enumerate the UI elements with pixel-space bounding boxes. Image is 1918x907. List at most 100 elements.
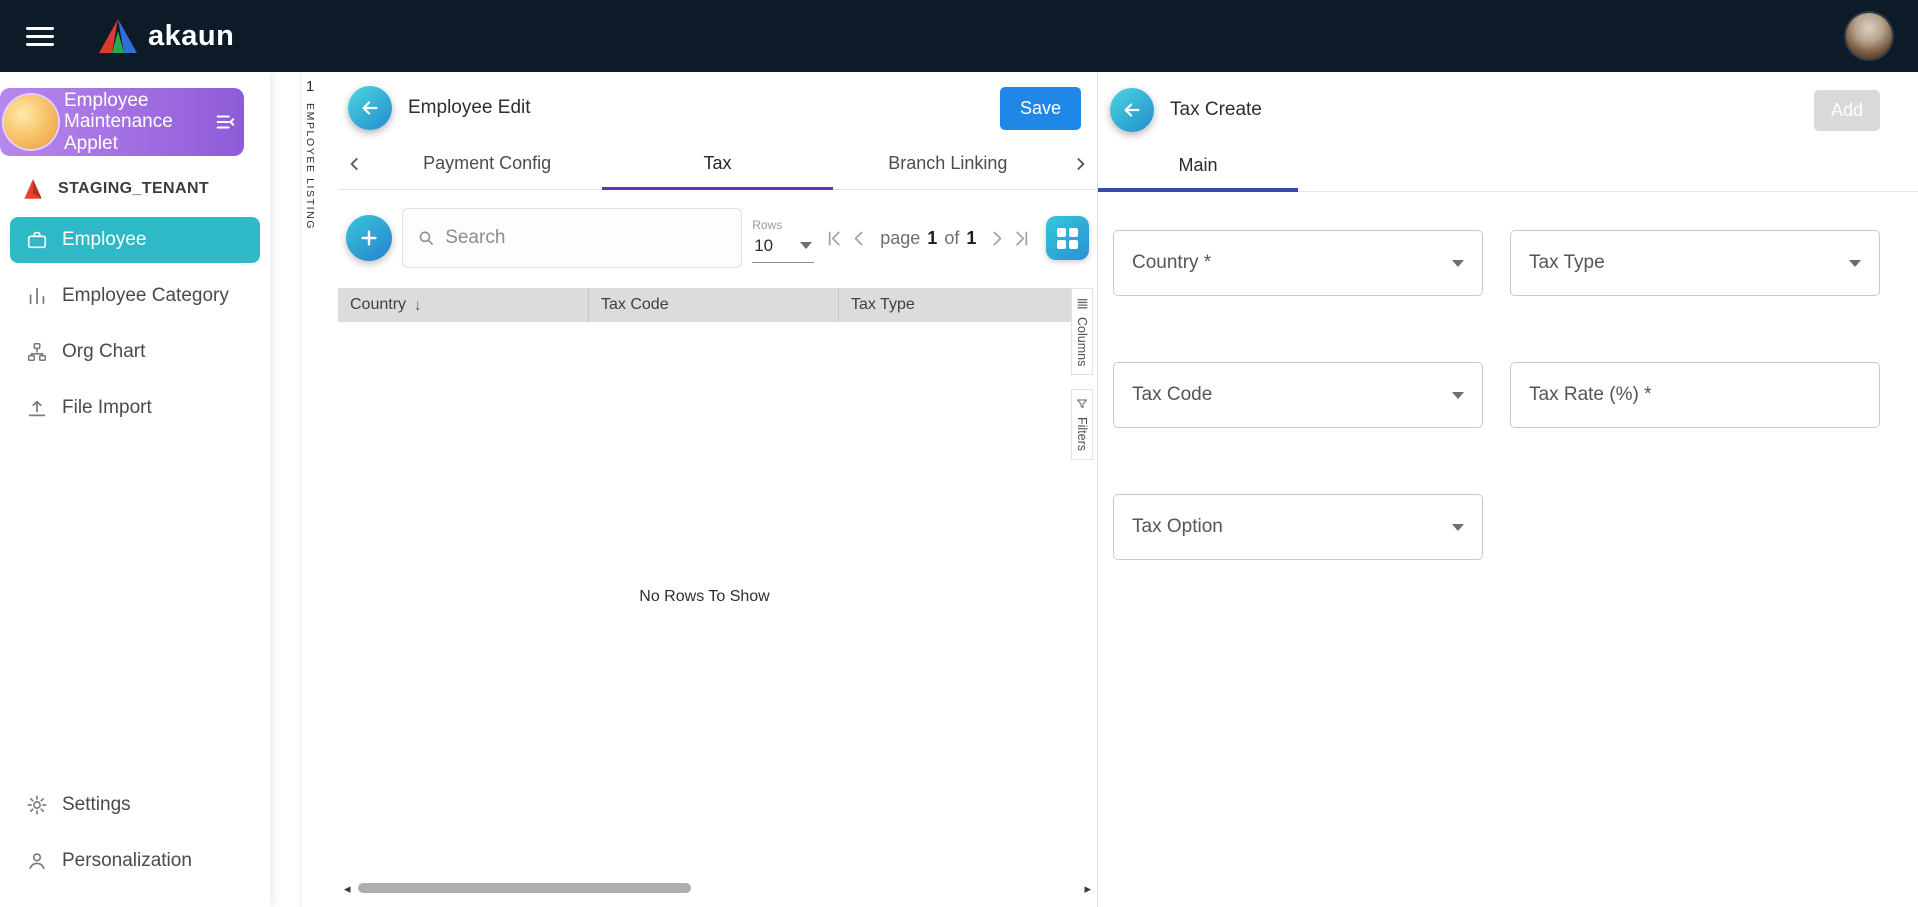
save-button[interactable]: Save [999,86,1081,130]
filter-icon [1077,399,1087,409]
back-button[interactable] [348,86,392,130]
applet-label: Employee Maintenance Applet [64,90,173,154]
rows-per-page-select[interactable]: Rows 10 [752,217,815,263]
scrollbar-track[interactable] [356,883,1080,893]
strip-divider [300,72,301,907]
tax-table: Country ↓ Tax Code Tax Type No Rows To S… [338,288,1071,871]
gear-icon [27,795,47,815]
scrollbar-thumb[interactable] [357,883,691,893]
chevron-down-icon [800,242,813,249]
nav-label: Personalization [62,850,192,871]
last-page-button[interactable] [1011,228,1032,249]
nav-label: Employee [62,229,147,250]
tax-create-panel: Tax Create Add Main Country * Tax Type T… [1098,72,1918,907]
column-header-tax-type[interactable]: Tax Type [838,288,1071,322]
tab-payment-config[interactable]: Payment Config [372,138,602,189]
applet-avatar-icon [4,95,58,149]
search-input[interactable] [445,227,728,249]
nav-label: Settings [62,794,131,815]
tax-option-select[interactable]: Tax Option [1113,494,1483,560]
user-avatar[interactable] [1846,13,1892,59]
upload-icon [28,400,46,417]
grid-view-button[interactable] [1046,216,1089,260]
back-button[interactable] [1110,88,1154,132]
chevron-down-icon [1452,391,1464,399]
first-page-button[interactable] [824,228,845,249]
sidebar-item-org-chart[interactable]: Org Chart [10,329,260,375]
tax-create-form: Country * Tax Type Tax Code Tax Rate (%)… [1113,230,1918,560]
pagination: page 1 of 1 [824,228,1032,249]
tax-type-select[interactable]: Tax Type [1510,230,1880,296]
tax-toolbar: Rows 10 page 1 of 1 [338,190,1097,274]
total-pages: 1 [966,227,977,248]
hamburger-menu-icon[interactable] [26,26,56,46]
brand-logo[interactable]: akaun [98,18,234,54]
tabs-scroll-right-icon[interactable] [1063,154,1097,174]
filters-panel-tab[interactable]: Filters [1071,389,1093,461]
tax-rate-input[interactable]: Tax Rate (%) * [1510,362,1880,428]
tab-tax[interactable]: Tax [602,138,833,190]
nav-label: File Import [62,397,152,418]
bar-chart-icon [29,287,45,305]
back-arrow-icon [362,101,378,115]
empty-rows-message: No Rows To Show [639,587,770,605]
chevron-down-icon [1452,259,1464,267]
scroll-left-icon[interactable]: ◂ [344,882,351,895]
listing-index: 1 [305,78,315,95]
sidebar-item-employee-category[interactable]: Employee Category [10,273,260,319]
employee-listing-strip: 1 EMPLOYEE LISTING [270,72,338,907]
listing-label[interactable]: EMPLOYEE LISTING [304,103,316,230]
sidebar: Employee Maintenance Applet STAGING_TENA… [0,72,270,907]
nav-label: Org Chart [62,341,146,362]
grid-icon [1057,227,1079,249]
sidebar-item-personalization[interactable]: Personalization [10,838,260,884]
tax-create-tabs: Main [1098,140,1918,192]
akaun-logo-icon [98,18,138,54]
tab-main[interactable]: Main [1098,140,1298,192]
sidebar-applet-header[interactable]: Employee Maintenance Applet [0,88,244,156]
employee-edit-tabs: Payment Config Tax Branch Linking [338,138,1097,190]
current-page: 1 [927,227,938,248]
tab-branch-linking[interactable]: Branch Linking [833,138,1063,189]
topbar: akaun [0,0,1918,72]
column-header-country[interactable]: Country ↓ [338,288,588,322]
column-header-tax-code[interactable]: Tax Code [588,288,838,322]
table-side-panel-tabs: Columns Filters [1071,288,1093,461]
sidebar-item-settings[interactable]: Settings [10,782,260,828]
chevron-down-icon [1849,259,1861,267]
back-arrow-icon [1124,103,1140,117]
tenant-label: STAGING_TENANT [58,180,210,197]
tax-table-area: Country ↓ Tax Code Tax Type No Rows To S… [338,288,1097,871]
scroll-right-icon[interactable]: ▸ [1084,882,1091,895]
page-title: Tax Create [1170,99,1262,120]
workspace: 1 EMPLOYEE LISTING Employee Edit Save Pa… [270,72,1918,907]
horizontal-scrollbar: ◂ ▸ [338,879,1097,897]
nav-label: Employee Category [62,285,229,306]
sidebar-item-file-import[interactable]: File Import [10,385,260,431]
page-indicator: page 1 of 1 [880,227,977,248]
add-button-disabled[interactable]: Add [1813,89,1880,131]
columns-panel-tab[interactable]: Columns [1071,288,1093,376]
plus-icon [361,230,377,246]
search-icon [419,231,433,245]
add-row-button[interactable] [346,215,392,261]
prev-page-button[interactable] [849,228,870,249]
brand-name: akaun [148,19,235,52]
sort-desc-icon[interactable]: ↓ [414,297,422,314]
sidebar-item-tenant[interactable]: STAGING_TENANT [0,156,270,212]
tabs-scroll-left-icon[interactable] [338,154,372,174]
tax-code-select[interactable]: Tax Code [1113,362,1483,428]
chevron-down-icon [1452,523,1464,531]
briefcase-icon [27,231,47,249]
menu-collapse-icon[interactable] [214,111,236,133]
tenant-icon [20,176,46,202]
tax-create-header: Tax Create Add [1098,72,1918,140]
table-header-row: Country ↓ Tax Code Tax Type [338,288,1071,322]
country-select[interactable]: Country * [1113,230,1483,296]
sidebar-item-employee[interactable]: Employee [10,217,260,263]
rows-label: Rows [752,217,783,232]
next-page-button[interactable] [986,228,1007,249]
page-title: Employee Edit [408,97,531,118]
table-body: No Rows To Show [338,322,1071,871]
